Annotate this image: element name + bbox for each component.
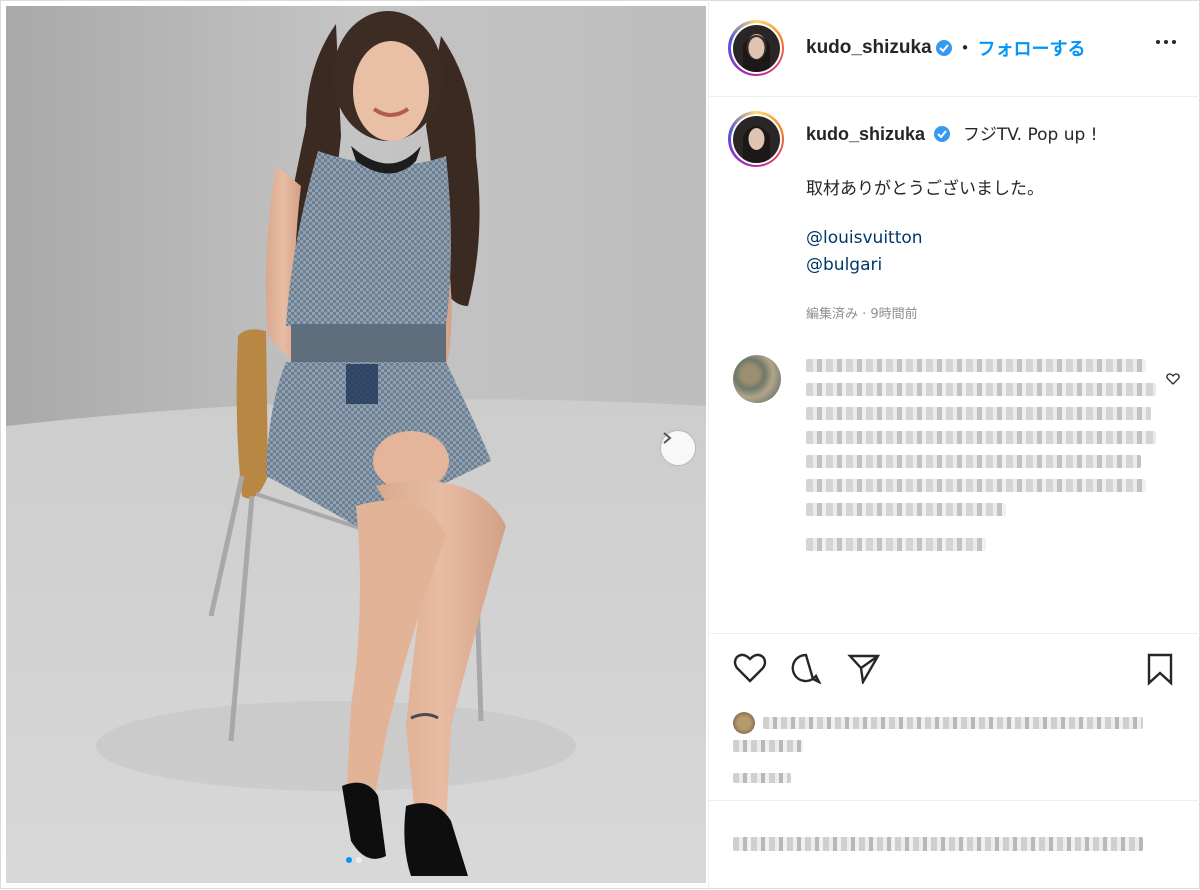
chevron-right-icon [663, 432, 672, 444]
post-header: kudo_shizuka • フォローする [709, 0, 1200, 97]
post-sidebar: kudo_shizuka • フォローする kudo_shizuka フジTV.… [708, 0, 1200, 889]
photo-illustration [6, 6, 706, 883]
caption-username[interactable]: kudo_shizuka [806, 124, 925, 144]
add-comment-bar[interactable] [709, 800, 1200, 890]
profile-username[interactable]: kudo_shizuka [806, 37, 932, 59]
liker-avatar[interactable] [733, 712, 755, 734]
caption-avatar[interactable] [728, 111, 784, 167]
mention-link-bulgari[interactable]: @bulgari [806, 255, 882, 275]
carousel-next-button[interactable] [661, 431, 695, 465]
bookmark-icon[interactable] [1145, 652, 1175, 686]
comment-icon[interactable] [789, 652, 823, 684]
avatar-image [732, 115, 780, 163]
caption-header: kudo_shizuka フジTV. Pop up ! [806, 121, 1176, 149]
avatar-image [732, 24, 780, 72]
comment-like-icon[interactable] [1166, 373, 1180, 385]
blurred-likes-line2 [733, 740, 803, 752]
heart-icon[interactable] [733, 652, 767, 684]
blurred-comment [806, 359, 1166, 562]
caption-title: フジTV. Pop up ! [962, 125, 1098, 145]
blurred-comment-input[interactable] [733, 837, 1143, 851]
caption-section: kudo_shizuka フジTV. Pop up ! 取材ありがとうございまし… [709, 97, 1200, 633]
post-photo[interactable] [6, 6, 706, 883]
commenter-avatar[interactable] [733, 355, 781, 403]
carousel-dots [346, 857, 362, 863]
blurred-likes [763, 717, 1143, 729]
verified-badge-icon [935, 40, 952, 56]
follow-button[interactable]: フォローする [978, 35, 1086, 61]
carousel-dot-active [346, 857, 352, 863]
action-bar [709, 633, 1200, 706]
profile-avatar[interactable] [728, 20, 784, 76]
post-meta: 編集済み · 9時間前 [806, 307, 918, 322]
carousel-dot [356, 857, 362, 863]
header-separator: • [960, 39, 970, 57]
more-options-icon[interactable] [1156, 40, 1176, 44]
share-icon[interactable] [847, 652, 881, 684]
mention-link-louisvuitton[interactable]: @louisvuitton [806, 228, 923, 248]
blurred-timestamp [733, 773, 791, 783]
caption-body: 取材ありがとうございました。 [806, 179, 1044, 199]
liked-by-row [733, 712, 1143, 734]
verified-badge-icon [934, 126, 951, 142]
